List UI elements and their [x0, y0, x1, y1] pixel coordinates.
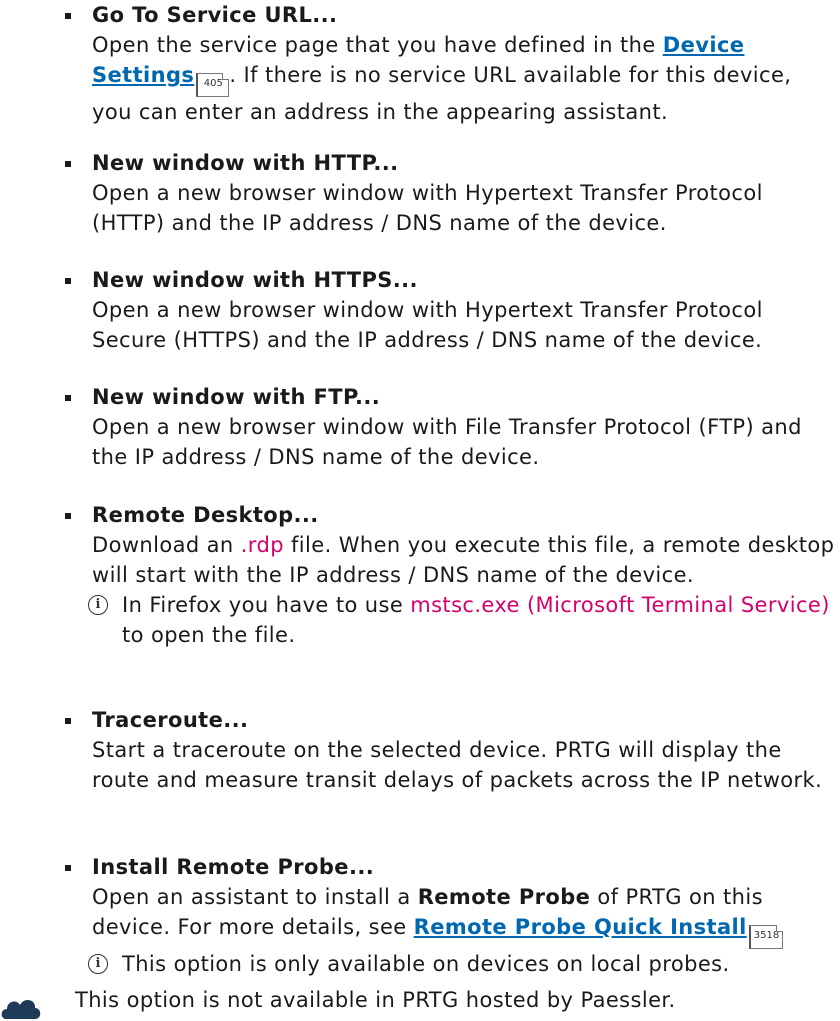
item-description: Open a new browser window with Hypertext…	[92, 181, 763, 235]
page-reference-badge[interactable]: 3518	[748, 925, 784, 949]
info-icon: i	[88, 595, 108, 615]
item-description: Open a new browser window with Hypertext…	[92, 298, 763, 352]
info-note: i In Firefox you have to use mstsc.exe (…	[88, 590, 835, 650]
item-description: Open an assistant to install a Remote Pr…	[92, 882, 835, 949]
manual-page: Go To Service URL... Open the service pa…	[0, 0, 840, 1020]
mstsc-highlight: mstsc.exe (Microsoft Terminal Service)	[410, 593, 830, 617]
item-description: Download an .rdp file. When you execute …	[92, 533, 835, 587]
page-reference-badge[interactable]: 405	[196, 73, 230, 97]
item-title: Remote Desktop...	[92, 503, 319, 527]
item-description: Open a new browser window with File Tran…	[92, 415, 802, 469]
item-title: Install Remote Probe...	[92, 855, 375, 879]
remote-probe-quick-install-link[interactable]: Remote Probe Quick Install	[414, 915, 747, 939]
cloud-icon	[1, 999, 41, 1019]
item-title: Traceroute...	[92, 708, 249, 732]
item-description: Start a traceroute on the selected devic…	[92, 738, 823, 792]
item-title: New window with HTTPS...	[92, 268, 418, 292]
bullet	[65, 13, 71, 19]
item-title: New window with FTP...	[92, 385, 381, 409]
item-description: Open the service page that you have defi…	[92, 33, 792, 124]
bullet	[65, 718, 71, 724]
rdp-highlight: .rdp	[240, 533, 284, 557]
bullet	[65, 395, 71, 401]
info-icon: i	[88, 954, 108, 974]
item-title: Go To Service URL...	[92, 3, 338, 27]
bullet	[65, 161, 71, 167]
info-note: i This option is only available on devic…	[88, 949, 835, 979]
bullet	[65, 278, 71, 284]
bullet	[65, 865, 71, 871]
hosted-note: This option is not available in PRTG hos…	[0, 985, 840, 1019]
bullet	[65, 513, 71, 519]
footer-note-text: This option is not available in PRTG hos…	[75, 988, 676, 1012]
item-title: New window with HTTP...	[92, 151, 399, 175]
